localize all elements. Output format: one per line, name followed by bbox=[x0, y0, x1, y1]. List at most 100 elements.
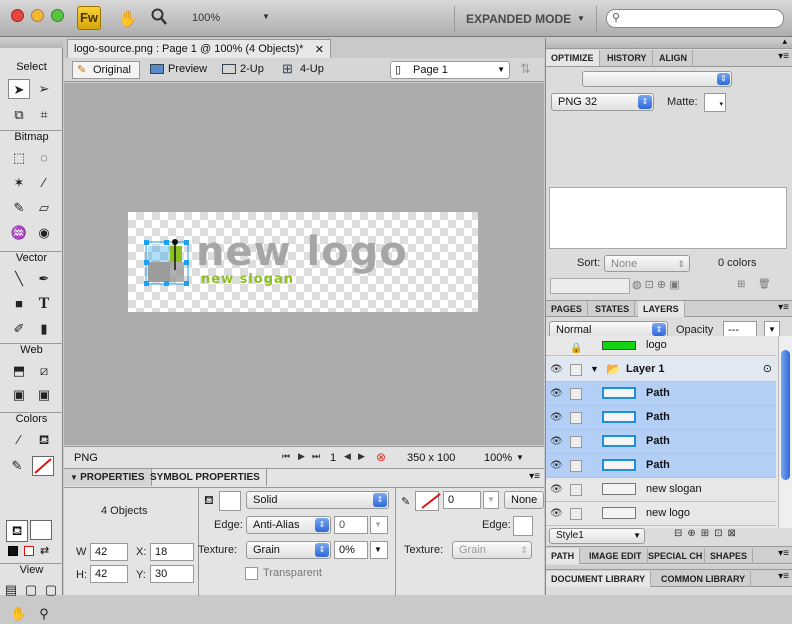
lock-toggle[interactable] bbox=[570, 364, 582, 376]
blur-tool-icon[interactable]: ♒ bbox=[8, 223, 30, 243]
tab-states[interactable]: STATES bbox=[590, 301, 636, 317]
first-frame-icon[interactable]: ⏮ bbox=[282, 451, 290, 462]
layer-row-object[interactable]: 👁 new logo bbox=[546, 502, 776, 526]
eyedropper-tool-icon[interactable]: ⁄ bbox=[8, 430, 30, 450]
transparent-checkbox[interactable] bbox=[245, 567, 258, 580]
scale-tool-icon[interactable]: ⧉ bbox=[8, 105, 30, 125]
slice-tool-icon[interactable]: ⧄ bbox=[33, 361, 55, 381]
eye-icon[interactable]: 👁 bbox=[550, 478, 564, 501]
hand-tool-icon[interactable]: ✋ bbox=[8, 604, 30, 624]
fill-type-select[interactable]: Solid ⇕ bbox=[246, 491, 389, 509]
zoom-tool-icon[interactable]: ⚲ bbox=[33, 604, 55, 624]
panel-menu-icon[interactable]: ▾≡ bbox=[778, 571, 789, 582]
view-original-button[interactable]: ✎ Original bbox=[72, 61, 140, 79]
view-2up-button[interactable]: 2-Up bbox=[220, 61, 272, 79]
trash-icon[interactable]: 🗑 bbox=[758, 279, 771, 290]
lock-toggle[interactable] bbox=[570, 484, 582, 496]
lock-toggle[interactable] bbox=[570, 412, 582, 424]
prev-frame-icon[interactable]: ◀ bbox=[344, 451, 351, 462]
panel-menu-icon[interactable]: ▾≡ bbox=[778, 302, 789, 313]
eye-icon[interactable]: 👁 bbox=[550, 502, 564, 525]
chevron-down-icon[interactable]: ▼ bbox=[516, 453, 524, 462]
zoom-window-button[interactable] bbox=[51, 9, 64, 22]
layer-actions-icons[interactable]: ⊟⊕⊞⊡⊠ bbox=[674, 528, 741, 539]
tab-history[interactable]: HISTORY bbox=[602, 50, 653, 66]
layer-row-path[interactable]: 👁 Path bbox=[546, 382, 776, 406]
add-color-icon[interactable]: ⊞ bbox=[737, 279, 745, 290]
stroke-size-field[interactable]: 0 bbox=[443, 491, 481, 509]
texture-amount-dropdown-icon[interactable]: ▼ bbox=[370, 541, 388, 559]
y-field[interactable]: 30 bbox=[150, 565, 194, 583]
zoom-tool-icon[interactable] bbox=[151, 8, 167, 26]
pencil-tool-icon[interactable]: ✎ bbox=[8, 198, 30, 218]
export-format-select[interactable]: PNG 32 ⇕ bbox=[551, 93, 654, 111]
panel-grip[interactable] bbox=[0, 38, 63, 48]
subselection-tool-icon[interactable]: ➢ bbox=[33, 79, 55, 99]
red-eye-tool-icon[interactable]: ◉ bbox=[33, 223, 55, 243]
minimize-window-button[interactable] bbox=[31, 9, 44, 22]
no-color-icon[interactable] bbox=[24, 546, 34, 556]
stop-icon[interactable]: ⊗ bbox=[376, 450, 386, 464]
layer-row-path[interactable]: 👁 Path bbox=[546, 406, 776, 430]
expand-triangle-icon[interactable]: ▼ bbox=[590, 358, 599, 381]
tab-image-edit[interactable]: IMAGE EDIT bbox=[584, 548, 648, 564]
texture-amount-field[interactable]: 0% bbox=[334, 541, 368, 559]
hand-tool-icon[interactable]: ✋ bbox=[118, 9, 138, 29]
tab-properties[interactable]: ▼ PROPERTIES bbox=[64, 469, 152, 486]
tab-special-characters[interactable]: SPECIAL CH bbox=[643, 548, 705, 564]
layer-target-icon[interactable]: ⊙ bbox=[763, 358, 772, 381]
height-field[interactable]: 42 bbox=[90, 565, 128, 583]
fill-color-swatch[interactable] bbox=[30, 520, 52, 540]
style-select[interactable]: Style1 ▼ bbox=[549, 528, 645, 544]
lock-toggle[interactable] bbox=[570, 460, 582, 472]
crop-tool-icon[interactable]: ⌗ bbox=[33, 105, 55, 125]
edge-amount-field[interactable]: 0 bbox=[334, 516, 368, 534]
knife-tool-icon[interactable]: ▮ bbox=[33, 319, 55, 339]
full-screen-mode-icon[interactable]: ▢ bbox=[42, 580, 60, 600]
close-window-button[interactable] bbox=[11, 9, 24, 22]
pointer-tool-icon[interactable]: ➤ bbox=[8, 79, 30, 99]
scrollbar-thumb[interactable] bbox=[781, 350, 790, 480]
standard-screen-mode-icon[interactable]: ▤ bbox=[2, 580, 20, 600]
stroke-swatch[interactable] bbox=[415, 491, 441, 511]
fill-swatch[interactable] bbox=[219, 491, 241, 511]
line-tool-icon[interactable]: ╲ bbox=[8, 269, 30, 289]
search-input[interactable]: ⚲ bbox=[606, 9, 784, 28]
tab-path[interactable]: PATH bbox=[546, 548, 581, 564]
tab-layers[interactable]: LAYERS bbox=[638, 301, 685, 317]
edge-amount-dropdown-icon[interactable]: ▼ bbox=[370, 516, 388, 534]
eye-icon[interactable]: 👁 bbox=[550, 454, 564, 477]
lock-toggle[interactable] bbox=[570, 436, 582, 448]
marquee-tool-icon[interactable]: ⬚ bbox=[8, 148, 30, 168]
stroke-size-dropdown-icon[interactable]: ▼ bbox=[483, 491, 499, 509]
workspace-mode[interactable]: EXPANDED MODE bbox=[466, 12, 571, 26]
panel-menu-icon[interactable]: ▾≡ bbox=[778, 51, 789, 62]
pen-tool-icon[interactable]: ✒ bbox=[33, 269, 55, 289]
view-preview-button[interactable]: Preview bbox=[148, 61, 210, 79]
matte-swatch[interactable]: ▾ bbox=[704, 93, 726, 112]
mode-dropdown-icon[interactable]: ▼ bbox=[577, 14, 585, 23]
tab-common-library[interactable]: COMMON LIBRARY bbox=[656, 571, 752, 587]
zoom-level[interactable]: 100% bbox=[192, 12, 220, 24]
tab-align[interactable]: ALIGN bbox=[654, 50, 693, 66]
width-field[interactable]: 42 bbox=[90, 543, 128, 561]
lock-toggle[interactable] bbox=[570, 508, 582, 520]
eye-icon[interactable]: 👁 bbox=[550, 406, 564, 429]
tab-shapes[interactable]: SHAPES bbox=[705, 548, 754, 564]
stroke-color-swatch[interactable] bbox=[32, 456, 54, 476]
view-4up-button[interactable]: ⊞ 4-Up bbox=[280, 61, 332, 79]
layer-row-object[interactable]: 👁 new slogan bbox=[546, 478, 776, 502]
layer-row-web[interactable]: 🔒 logo bbox=[546, 336, 776, 356]
paint-bucket-tool-icon[interactable]: ⛾ bbox=[33, 430, 55, 450]
text-tool-icon[interactable]: T bbox=[33, 294, 55, 314]
tab-document-library[interactable]: DOCUMENT LIBRARY bbox=[546, 571, 652, 587]
swap-colors-icon[interactable]: ⇄ bbox=[40, 544, 49, 557]
color-wheel-icon[interactable]: ◍ ⊡ ⊕ ▣ bbox=[632, 278, 680, 291]
panel-menu-icon[interactable]: ▾≡ bbox=[778, 548, 789, 559]
x-field[interactable]: 18 bbox=[150, 543, 194, 561]
panel-menu-icon[interactable]: ▾≡ bbox=[529, 471, 540, 482]
eye-icon[interactable]: 👁 bbox=[550, 430, 564, 453]
optimize-preset-select[interactable]: ⇕ bbox=[582, 71, 732, 87]
default-colors-icon[interactable] bbox=[8, 546, 18, 556]
eye-icon[interactable]: 👁 bbox=[550, 358, 564, 381]
